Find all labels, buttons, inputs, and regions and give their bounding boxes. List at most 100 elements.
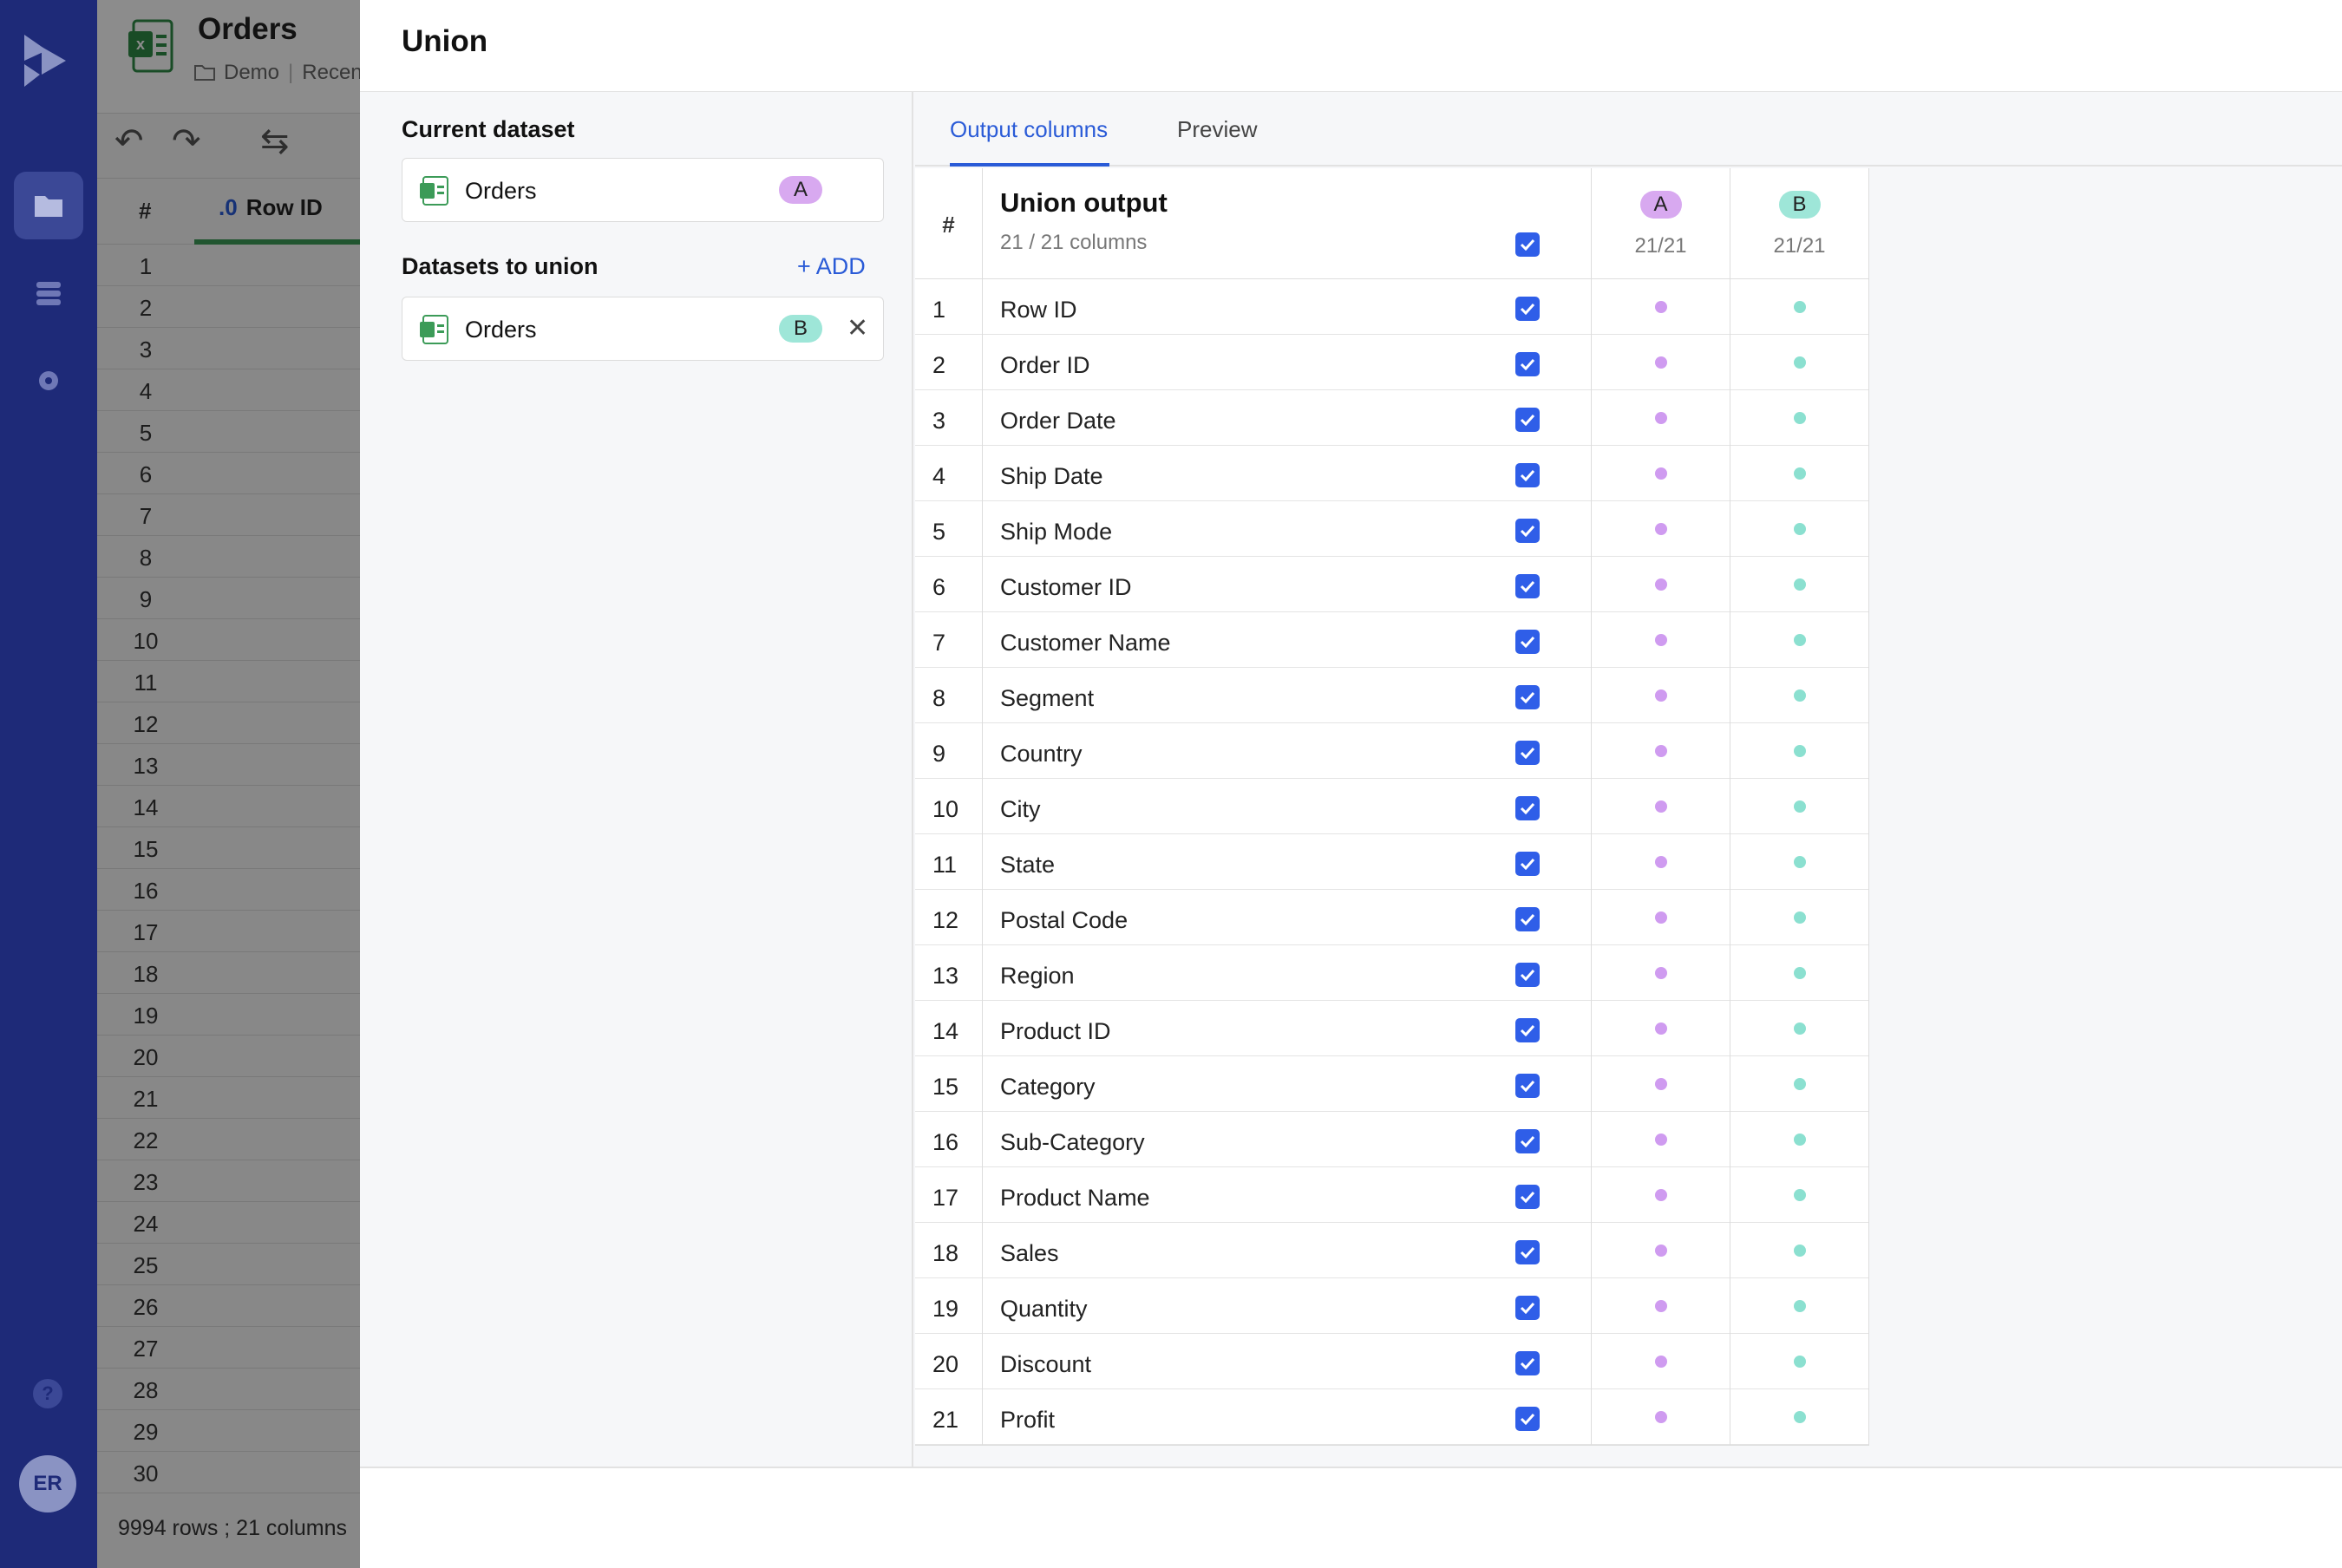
excel-file-icon xyxy=(420,315,448,344)
column-index: 9 xyxy=(915,723,983,779)
source-b-cell xyxy=(1730,1389,1869,1445)
source-a-cell xyxy=(1592,834,1730,890)
column-include-checkbox[interactable] xyxy=(1515,1129,1540,1153)
check-icon xyxy=(1520,1302,1535,1314)
source-b-match-dot xyxy=(1794,1134,1806,1146)
column-name: Sub-Category xyxy=(983,1112,1592,1167)
source-a-match-dot xyxy=(1655,356,1667,369)
column-include-checkbox[interactable] xyxy=(1515,1296,1540,1320)
nav-folder-button[interactable] xyxy=(14,172,83,239)
source-a-count: 21/21 xyxy=(1634,234,1687,258)
column-include-checkbox[interactable] xyxy=(1515,685,1540,709)
dataset-pane: Current dataset Orders A Datasets to uni… xyxy=(360,92,913,1467)
table-row: 18 Sales xyxy=(915,1223,1869,1278)
column-name: Discount xyxy=(983,1334,1592,1389)
source-a-cell xyxy=(1592,279,1730,335)
source-a-cell xyxy=(1592,1389,1730,1445)
source-b-cell xyxy=(1730,1278,1869,1334)
source-a-match-dot xyxy=(1655,467,1667,480)
column-index: 6 xyxy=(915,557,983,612)
source-a-match-dot xyxy=(1655,689,1667,702)
add-dataset-button[interactable]: + ADD xyxy=(797,253,866,280)
column-include-checkbox[interactable] xyxy=(1515,963,1540,987)
column-name: Ship Mode xyxy=(983,501,1592,557)
column-include-checkbox[interactable] xyxy=(1515,574,1540,598)
column-include-checkbox[interactable] xyxy=(1515,852,1540,876)
tab-output-columns[interactable]: Output columns xyxy=(950,116,1108,143)
select-all-checkbox[interactable] xyxy=(1515,232,1540,257)
column-include-checkbox[interactable] xyxy=(1515,408,1540,432)
column-include-checkbox[interactable] xyxy=(1515,907,1540,931)
source-b-match-dot xyxy=(1794,689,1806,702)
column-include-checkbox[interactable] xyxy=(1515,796,1540,820)
source-a-cell xyxy=(1592,723,1730,779)
column-include-checkbox[interactable] xyxy=(1515,1074,1540,1098)
table-row: 19 Quantity xyxy=(915,1278,1869,1334)
column-include-checkbox[interactable] xyxy=(1515,1185,1540,1209)
source-b-match-dot xyxy=(1794,745,1806,757)
column-include-checkbox[interactable] xyxy=(1515,352,1540,376)
table-row: 16 Sub-Category xyxy=(915,1112,1869,1167)
check-icon xyxy=(1520,1357,1535,1369)
check-icon xyxy=(1520,414,1535,426)
source-a-cell xyxy=(1592,557,1730,612)
column-include-checkbox[interactable] xyxy=(1515,741,1540,765)
check-icon xyxy=(1520,1135,1535,1147)
column-include-checkbox[interactable] xyxy=(1515,463,1540,487)
column-index: 15 xyxy=(915,1056,983,1112)
source-b-cell xyxy=(1730,834,1869,890)
source-b-header: B 21/21 xyxy=(1730,168,1869,279)
union-output-title: Union output xyxy=(1000,187,1168,218)
source-a-match-dot xyxy=(1655,1189,1667,1201)
column-include-checkbox[interactable] xyxy=(1515,519,1540,543)
source-b-match-dot xyxy=(1794,1411,1806,1423)
source-a-match-dot xyxy=(1655,1300,1667,1312)
union-dataset-name: Orders xyxy=(465,317,537,343)
row-number-header: # xyxy=(915,168,983,279)
column-name: Profit xyxy=(983,1389,1592,1445)
check-icon xyxy=(1520,913,1535,925)
union-output-count: 21 / 21 columns xyxy=(1000,231,1148,254)
source-b-match-dot xyxy=(1794,634,1806,646)
source-b-match-dot xyxy=(1794,1356,1806,1368)
table-row: 5 Ship Mode xyxy=(915,501,1869,557)
source-a-cell xyxy=(1592,501,1730,557)
column-index: 12 xyxy=(915,890,983,945)
column-include-checkbox[interactable] xyxy=(1515,1407,1540,1431)
source-b-match-dot xyxy=(1794,856,1806,868)
source-b-cell xyxy=(1730,1167,1869,1223)
column-include-checkbox[interactable] xyxy=(1515,630,1540,654)
column-name: Product Name xyxy=(983,1167,1592,1223)
source-a-header: A 21/21 xyxy=(1592,168,1730,279)
table-row: 15 Category xyxy=(915,1056,1869,1112)
remove-dataset-close-icon[interactable]: ✕ xyxy=(847,313,868,343)
column-include-checkbox[interactable] xyxy=(1515,1240,1540,1264)
source-a-match-dot xyxy=(1655,578,1667,591)
folder-icon xyxy=(35,196,62,217)
nav-settings-button[interactable] xyxy=(14,347,83,415)
help-icon[interactable]: ? xyxy=(33,1379,62,1408)
output-columns-table: # Union output 21 / 21 columns A 21/21 B xyxy=(915,168,1869,1446)
column-rows: 1 Row ID 2 Order ID 3 Order Date 4 Ship Date 5 Sh… xyxy=(915,279,1869,1445)
app-logo-icon[interactable] xyxy=(24,35,73,87)
source-a-match-dot xyxy=(1655,1078,1667,1090)
source-b-cell xyxy=(1730,390,1869,446)
column-include-checkbox[interactable] xyxy=(1515,1018,1540,1042)
column-include-checkbox[interactable] xyxy=(1515,1351,1540,1375)
source-a-cell xyxy=(1592,1223,1730,1278)
table-row: 2 Order ID xyxy=(915,335,1869,390)
source-a-badge: A xyxy=(1639,191,1682,219)
source-b-match-dot xyxy=(1794,911,1806,924)
tab-preview[interactable]: Preview xyxy=(1177,116,1257,143)
source-a-cell xyxy=(1592,1278,1730,1334)
dataset-badge-a: A xyxy=(779,176,822,204)
user-avatar[interactable]: ER xyxy=(19,1455,76,1512)
modal-title: Union xyxy=(402,24,488,58)
column-include-checkbox[interactable] xyxy=(1515,297,1540,321)
source-a-cell xyxy=(1592,890,1730,945)
table-row: 14 Product ID xyxy=(915,1001,1869,1056)
source-a-match-dot xyxy=(1655,800,1667,813)
table-row: 12 Postal Code xyxy=(915,890,1869,945)
source-a-cell xyxy=(1592,945,1730,1001)
nav-database-button[interactable] xyxy=(14,260,83,328)
